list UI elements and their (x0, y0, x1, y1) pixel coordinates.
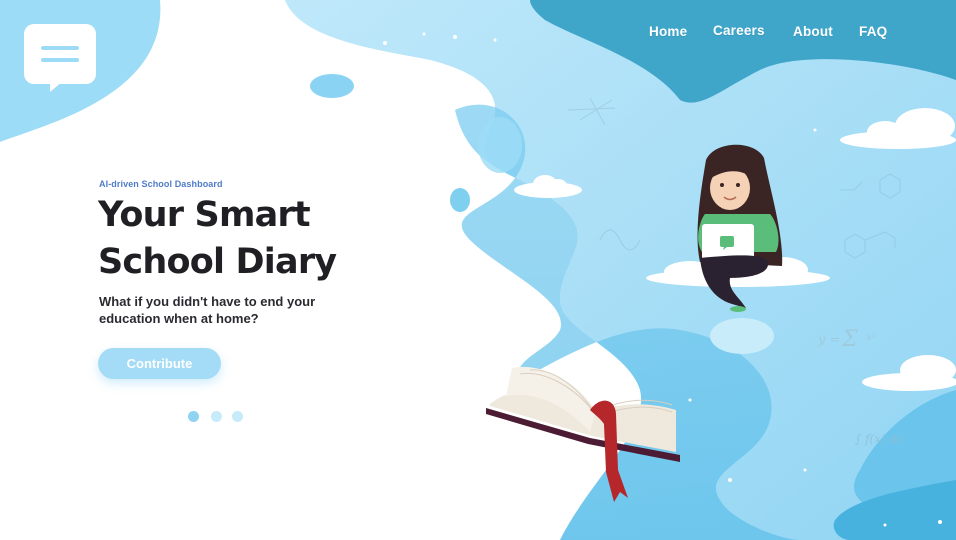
floating-drop-2 (710, 318, 774, 354)
carousel-dot-3[interactable] (232, 411, 243, 422)
svg-text:Σ: Σ (841, 327, 858, 352)
chat-bubble-menu-icon (24, 24, 96, 92)
nav-careers[interactable]: Careers (713, 23, 765, 38)
nav-home[interactable]: Home (649, 24, 687, 39)
nav-about[interactable]: About (793, 24, 833, 39)
nav-faq[interactable]: FAQ (859, 24, 887, 39)
logo-menu-button[interactable] (24, 24, 96, 92)
hero-eyebrow: AI-driven School Dashboard (99, 179, 223, 189)
hero-headline: Your Smart School Diary (98, 192, 398, 286)
floating-drop-3 (478, 117, 522, 173)
svg-text:y =: y = (817, 333, 840, 348)
carousel-dot-2[interactable] (211, 411, 222, 422)
carousel-dot-1[interactable] (188, 411, 199, 422)
top-navigation: Home Careers About FAQ (630, 23, 930, 44)
carousel-dots (188, 411, 248, 423)
small-blob (310, 74, 354, 98)
hero-subtext: What if you didn't have to end your educ… (99, 294, 316, 326)
headline-line-2: School Diary (98, 242, 337, 282)
formula-integral: ∫ f(x) dx (855, 432, 904, 446)
floating-drop-1 (450, 188, 470, 212)
headline-line-1: Your Smart (98, 195, 311, 235)
svg-text:x²: x² (866, 332, 876, 343)
svg-text:∫ f(x) dx: ∫ f(x) dx (855, 432, 904, 446)
contribute-button[interactable]: Contribute (98, 348, 221, 379)
